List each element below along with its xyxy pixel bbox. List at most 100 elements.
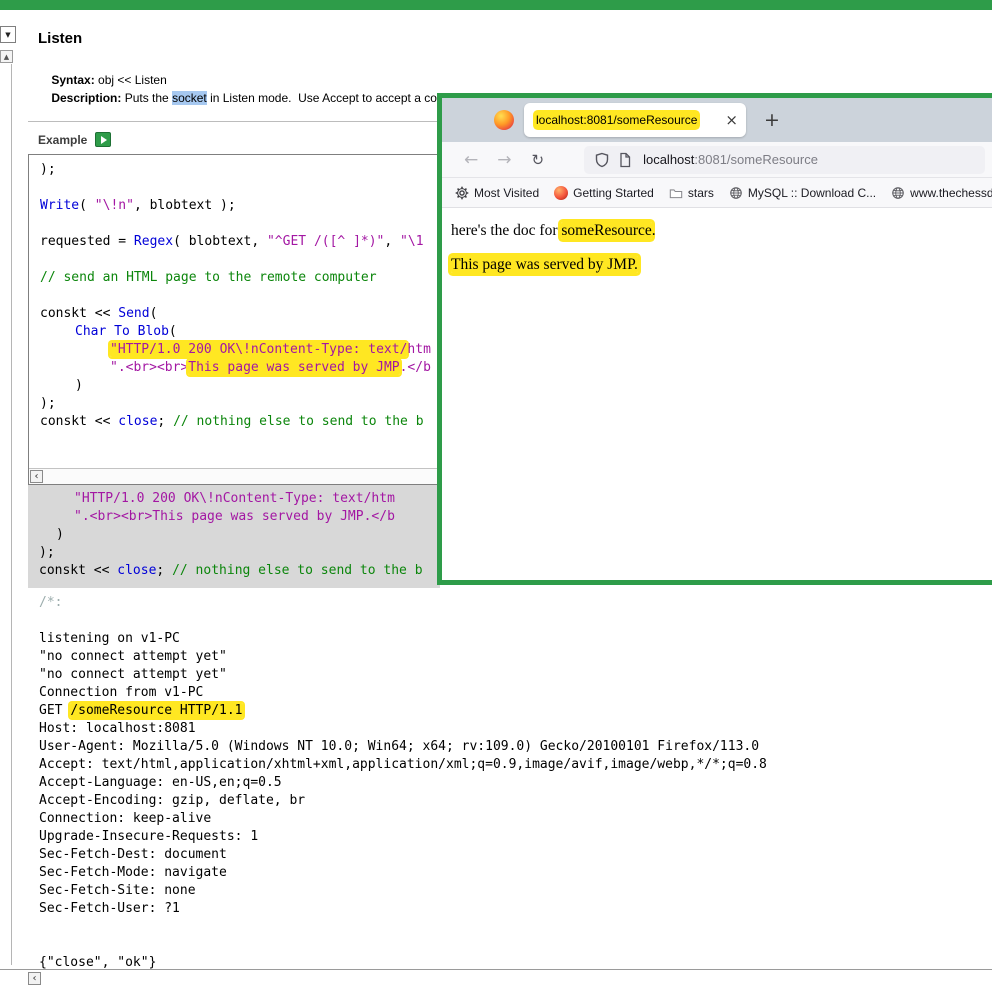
play-triangle-icon	[101, 136, 107, 144]
left-pane-dropdown[interactable]: ▼	[0, 26, 16, 43]
log-text: "no connect attempt yet"	[39, 649, 227, 664]
page-text: here's the doc for	[451, 222, 561, 239]
script-code-line: conskt << close; // nothing else to send…	[39, 562, 440, 580]
log-output[interactable]: /*: listening on v1-PC"no connect attemp…	[39, 594, 984, 972]
log-line	[39, 918, 984, 936]
left-scrollbar-track[interactable]	[11, 64, 12, 965]
example-code-text: );	[40, 162, 56, 177]
bookmark-item[interactable]: www.thechessdru...	[891, 186, 992, 200]
log-line: /*:	[39, 594, 984, 612]
bookmark-label: Most Visited	[474, 186, 539, 200]
bookmark-label: www.thechessdru...	[910, 186, 992, 200]
script-code-text: close	[117, 563, 156, 578]
run-script-icon[interactable]	[95, 132, 111, 147]
log-text: Accept-Language: en-US,en;q=0.5	[39, 775, 282, 790]
log-text: Sec-Fetch-Dest: document	[39, 847, 227, 862]
log-text: Upgrade-Insecure-Requests: 1	[39, 829, 258, 844]
url-path: :8081/someResource	[694, 152, 818, 167]
log-line	[39, 936, 984, 954]
new-tab-button[interactable]: +	[764, 109, 780, 131]
log-line: "no connect attempt yet"	[39, 666, 984, 684]
bookmark-label: stars	[688, 186, 714, 200]
up-arrow-icon: ▲	[4, 53, 9, 61]
description-label: Description:	[51, 91, 121, 105]
globe-icon	[891, 186, 905, 200]
example-code-text: ( blobtext,	[173, 234, 267, 249]
example-code-text: requested =	[40, 234, 134, 249]
example-code-text: Send	[118, 306, 149, 321]
log-line: Accept-Language: en-US,en;q=0.5	[39, 774, 984, 792]
example-code-text: conskt <<	[40, 414, 118, 429]
bottom-horizontal-scrollbar[interactable]: ‹	[0, 969, 992, 987]
example-code-text: .</b	[400, 360, 431, 375]
log-line: "no connect attempt yet"	[39, 648, 984, 666]
log-line	[39, 612, 984, 630]
example-code-text: "\!n"	[95, 198, 134, 213]
log-text: {"close", "ok"}	[39, 955, 156, 970]
description-selected-word: socket	[172, 91, 207, 105]
bookmark-label: MySQL :: Download C...	[748, 186, 876, 200]
browser-tab[interactable]: localhost:8081/someResource ×	[524, 103, 746, 137]
log-line: Sec-Fetch-Mode: navigate	[39, 864, 984, 882]
log-text: Accept-Encoding: gzip, deflate, br	[39, 793, 305, 808]
tab-close-icon[interactable]: ×	[719, 111, 738, 129]
window-top-bar	[0, 0, 992, 10]
example-code-text: "HTTP/1.0 200 OK\!nContent-Type: text/	[110, 342, 407, 357]
example-code-text: conskt <<	[40, 306, 118, 321]
example-code-text: , blobtext );	[134, 198, 236, 213]
bookmark-item[interactable]: stars	[669, 186, 714, 200]
script-code-text: ;	[156, 563, 172, 578]
script-window-selected-code[interactable]: "HTTP/1.0 200 OK\!nContent-Type: text/ht…	[28, 485, 440, 588]
example-code-text: "^GET /([^ ]*)"	[267, 234, 384, 249]
log-text: Connection from v1-PC	[39, 685, 203, 700]
url-text: localhost:8081/someResource	[643, 152, 818, 167]
example-code-text: Regex	[134, 234, 173, 249]
example-code-text: close	[118, 414, 157, 429]
tab-title: localhost:8081/someResource	[536, 113, 697, 127]
left-scroll-up-button[interactable]: ▲	[0, 50, 13, 63]
log-text: Accept: text/html,application/xhtml+xml,…	[39, 757, 767, 772]
script-code-line: "HTTP/1.0 200 OK\!nContent-Type: text/ht…	[39, 490, 440, 508]
example-code-text: ,	[384, 234, 400, 249]
scroll-left-button[interactable]: ‹	[28, 972, 41, 985]
script-code-text: // nothing else to send to the b	[172, 563, 422, 578]
log-text: Host: localhost:8081	[39, 721, 196, 736]
example-code-text: Char To Blob	[75, 324, 169, 339]
example-code-text: ;	[157, 414, 173, 429]
scroll-left-button[interactable]: ‹	[30, 470, 43, 483]
bookmark-item[interactable]: Most Visited	[455, 186, 539, 200]
bookmark-item[interactable]: Getting Started	[554, 186, 654, 200]
shield-icon[interactable]	[594, 152, 610, 168]
script-code-line: );	[39, 544, 440, 562]
gear-icon	[455, 186, 469, 200]
dropdown-arrow-icon: ▼	[5, 31, 10, 39]
back-button[interactable]: ←	[464, 150, 478, 170]
url-host: localhost	[643, 152, 694, 167]
example-code-text: // nothing else to send to the b	[173, 414, 423, 429]
example-label: Example	[38, 133, 87, 147]
page-line-2: This page was served by JMP.	[451, 256, 638, 274]
reload-button[interactable]: ↻	[532, 151, 545, 169]
log-line: Sec-Fetch-Dest: document	[39, 846, 984, 864]
page-text: .	[652, 222, 656, 239]
browser-navbar: ← → ↻ localhost:8081/someResource	[442, 142, 992, 178]
page-icon[interactable]	[617, 152, 633, 168]
firefox-sphere-icon	[554, 186, 568, 200]
script-code-text: ".<br><br>This page was served by JMP.</…	[74, 509, 395, 524]
example-code-text: htm	[407, 342, 430, 357]
log-line: Upgrade-Insecure-Requests: 1	[39, 828, 984, 846]
firefox-logo-icon[interactable]	[494, 110, 514, 130]
log-line: Sec-Fetch-Site: none	[39, 882, 984, 900]
globe-icon	[729, 186, 743, 200]
log-line: User-Agent: Mozilla/5.0 (Windows NT 10.0…	[39, 738, 984, 756]
page-title: Listen	[38, 30, 82, 47]
example-code-text: (	[169, 324, 177, 339]
browser-page-content: here's the doc for someResource. This pa…	[442, 208, 992, 580]
forward-button[interactable]: →	[497, 150, 511, 170]
url-bar[interactable]: localhost:8081/someResource	[584, 146, 985, 174]
bookmark-item[interactable]: MySQL :: Download C...	[729, 186, 876, 200]
example-code-text: This page was served by JMP	[188, 360, 399, 375]
log-text: "no connect attempt yet"	[39, 667, 227, 682]
jmp-scripting-index-window: ▼ ▲ Listen Syntax: obj << Listen Descrip…	[0, 0, 992, 987]
example-code-text: ".<br><br>	[110, 360, 188, 375]
